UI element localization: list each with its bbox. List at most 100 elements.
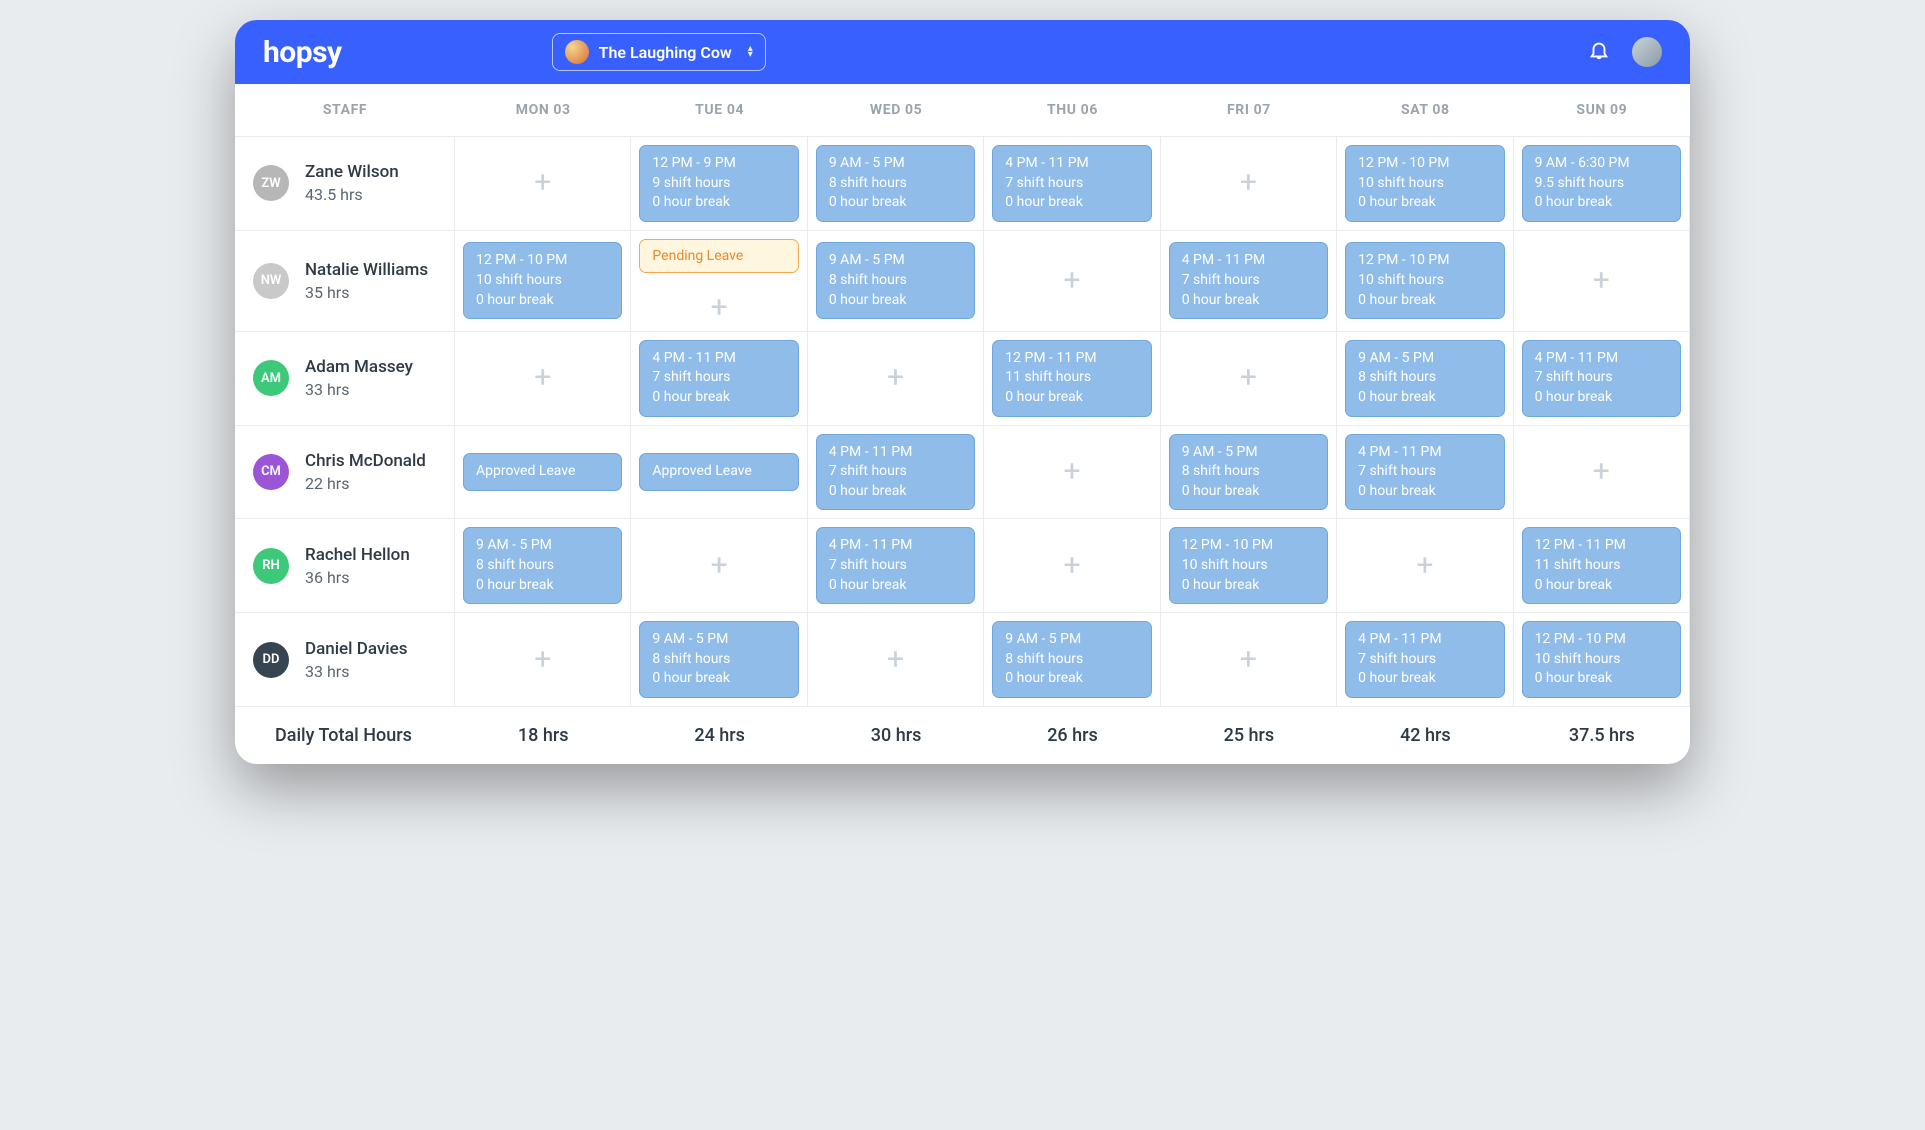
column-header-day: TUE 04 <box>631 84 807 137</box>
add-shift-button[interactable]: + <box>534 363 551 393</box>
day-cell: Approved Leave <box>631 426 807 520</box>
day-cell: + <box>984 426 1160 520</box>
shift-card[interactable]: 4 PM - 11 PM7 shift hours0 hour break <box>1522 340 1681 417</box>
shift-hours: 7 shift hours <box>829 556 962 576</box>
add-shift-button[interactable]: + <box>1063 551 1080 581</box>
daily-total-value: 18 hrs <box>455 707 631 764</box>
day-cell: Approved Leave <box>455 426 631 520</box>
staff-name: Chris McDonald <box>305 451 426 471</box>
shift-time: 9 AM - 5 PM <box>829 251 962 271</box>
staff-total-hours: 33 hrs <box>305 380 413 399</box>
add-shift-button[interactable]: + <box>1416 551 1433 581</box>
add-shift-button[interactable]: + <box>534 645 551 675</box>
shift-card[interactable]: 9 AM - 5 PM8 shift hours0 hour break <box>639 621 798 698</box>
shift-break: 0 hour break <box>652 193 785 213</box>
shift-hours: 7 shift hours <box>1535 368 1668 388</box>
shift-break: 0 hour break <box>1535 669 1668 689</box>
venue-picker[interactable]: The Laughing Cow ▴▾ <box>552 33 766 71</box>
day-cell: 4 PM - 11 PM7 shift hours0 hour break <box>984 137 1160 231</box>
shift-card[interactable]: 4 PM - 11 PM7 shift hours0 hour break <box>992 145 1151 222</box>
staff-cell[interactable]: AMAdam Massey33 hrs <box>235 332 455 426</box>
day-cell: + <box>1514 231 1690 332</box>
user-avatar[interactable] <box>1632 37 1662 67</box>
staff-avatar: DD <box>253 642 289 678</box>
shift-card[interactable]: 9 AM - 5 PM8 shift hours0 hour break <box>463 527 622 604</box>
shift-time: 12 PM - 9 PM <box>652 154 785 174</box>
shift-card[interactable]: 4 PM - 11 PM7 shift hours0 hour break <box>1345 621 1504 698</box>
approved-leave-card[interactable]: Approved Leave <box>463 453 622 491</box>
day-cell: 9 AM - 5 PM8 shift hours0 hour break <box>1337 332 1513 426</box>
shift-card[interactable]: 4 PM - 11 PM7 shift hours0 hour break <box>639 340 798 417</box>
day-cell: 12 PM - 11 PM11 shift hours0 hour break <box>1514 519 1690 613</box>
add-shift-button[interactable]: + <box>1063 457 1080 487</box>
shift-card[interactable]: 4 PM - 11 PM7 shift hours0 hour break <box>1169 242 1328 319</box>
add-shift-button[interactable]: + <box>1593 457 1610 487</box>
column-header-day: FRI 07 <box>1161 84 1337 137</box>
shift-break: 0 hour break <box>829 576 962 596</box>
add-shift-button[interactable]: + <box>1240 645 1257 675</box>
pending-leave-card[interactable]: Pending Leave <box>639 239 798 273</box>
column-header-day: SUN 09 <box>1514 84 1690 137</box>
shift-break: 0 hour break <box>829 482 962 502</box>
add-shift-button[interactable]: + <box>711 293 728 323</box>
shift-card[interactable]: 9 AM - 5 PM8 shift hours0 hour break <box>1345 340 1504 417</box>
day-cell: 4 PM - 11 PM7 shift hours0 hour break <box>1514 332 1690 426</box>
day-cell: Pending Leave + <box>631 231 807 332</box>
add-shift-button[interactable]: + <box>711 551 728 581</box>
staff-cell[interactable]: ZWZane Wilson43.5 hrs <box>235 137 455 231</box>
shift-break: 0 hour break <box>1005 193 1138 213</box>
day-cell: 9 AM - 5 PM8 shift hours0 hour break <box>455 519 631 613</box>
shift-card[interactable]: 9 AM - 6:30 PM9.5 shift hours0 hour brea… <box>1522 145 1681 222</box>
shift-time: 4 PM - 11 PM <box>829 536 962 556</box>
shift-card[interactable]: 12 PM - 11 PM11 shift hours0 hour break <box>992 340 1151 417</box>
shift-break: 0 hour break <box>652 388 785 408</box>
add-shift-button[interactable]: + <box>1240 363 1257 393</box>
shift-card[interactable]: 12 PM - 10 PM10 shift hours0 hour break <box>1522 621 1681 698</box>
shift-card[interactable]: 12 PM - 10 PM10 shift hours0 hour break <box>1169 527 1328 604</box>
shift-card[interactable]: 9 AM - 5 PM8 shift hours0 hour break <box>816 145 975 222</box>
bell-icon[interactable] <box>1588 39 1610 65</box>
day-cell: 9 AM - 5 PM8 shift hours0 hour break <box>808 137 984 231</box>
shift-break: 0 hour break <box>829 291 962 311</box>
approved-leave-card[interactable]: Approved Leave <box>639 453 798 491</box>
staff-cell[interactable]: NWNatalie Williams35 hrs <box>235 231 455 332</box>
add-shift-button[interactable]: + <box>887 363 904 393</box>
shift-time: 9 AM - 5 PM <box>476 536 609 556</box>
shift-break: 0 hour break <box>829 193 962 213</box>
shift-card[interactable]: 4 PM - 11 PM7 shift hours0 hour break <box>816 527 975 604</box>
shift-card[interactable]: 9 AM - 5 PM8 shift hours0 hour break <box>992 621 1151 698</box>
add-shift-button[interactable]: + <box>1063 266 1080 296</box>
shift-card[interactable]: 12 PM - 10 PM10 shift hours0 hour break <box>1345 242 1504 319</box>
staff-cell[interactable]: DDDaniel Davies33 hrs <box>235 613 455 707</box>
shift-card[interactable]: 9 AM - 5 PM8 shift hours0 hour break <box>1169 434 1328 511</box>
add-shift-button[interactable]: + <box>534 168 551 198</box>
shift-hours: 10 shift hours <box>1358 174 1491 194</box>
shift-hours: 8 shift hours <box>829 271 962 291</box>
schedule-grid: STAFF MON 03TUE 04WED 05THU 06FRI 07SAT … <box>235 84 1690 764</box>
day-cell: + <box>984 231 1160 332</box>
day-cell: + <box>455 332 631 426</box>
day-cell: + <box>1161 332 1337 426</box>
shift-time: 9 AM - 5 PM <box>652 630 785 650</box>
shift-time: 12 PM - 10 PM <box>1182 536 1315 556</box>
shift-card[interactable]: 4 PM - 11 PM7 shift hours0 hour break <box>816 434 975 511</box>
shift-card[interactable]: 12 PM - 10 PM10 shift hours0 hour break <box>463 242 622 319</box>
add-shift-button[interactable]: + <box>887 645 904 675</box>
shift-break: 0 hour break <box>476 291 609 311</box>
shift-card[interactable]: 12 PM - 11 PM11 shift hours0 hour break <box>1522 527 1681 604</box>
day-cell: + <box>984 519 1160 613</box>
shift-card[interactable]: 9 AM - 5 PM8 shift hours0 hour break <box>816 242 975 319</box>
staff-cell[interactable]: RHRachel Hellon36 hrs <box>235 519 455 613</box>
add-shift-button[interactable]: + <box>1593 266 1610 296</box>
shift-card[interactable]: 4 PM - 11 PM7 shift hours0 hour break <box>1345 434 1504 511</box>
add-shift-button[interactable]: + <box>1240 168 1257 198</box>
staff-cell[interactable]: CMChris McDonald22 hrs <box>235 426 455 520</box>
shift-hours: 9.5 shift hours <box>1535 174 1668 194</box>
venue-name: The Laughing Cow <box>599 43 732 62</box>
shift-card[interactable]: 12 PM - 9 PM9 shift hours0 hour break <box>639 145 798 222</box>
day-cell: 4 PM - 11 PM7 shift hours0 hour break <box>808 519 984 613</box>
shift-card[interactable]: 12 PM - 10 PM10 shift hours0 hour break <box>1345 145 1504 222</box>
staff-name: Zane Wilson <box>305 162 399 182</box>
shift-time: 9 AM - 6:30 PM <box>1535 154 1668 174</box>
shift-break: 0 hour break <box>1358 388 1491 408</box>
